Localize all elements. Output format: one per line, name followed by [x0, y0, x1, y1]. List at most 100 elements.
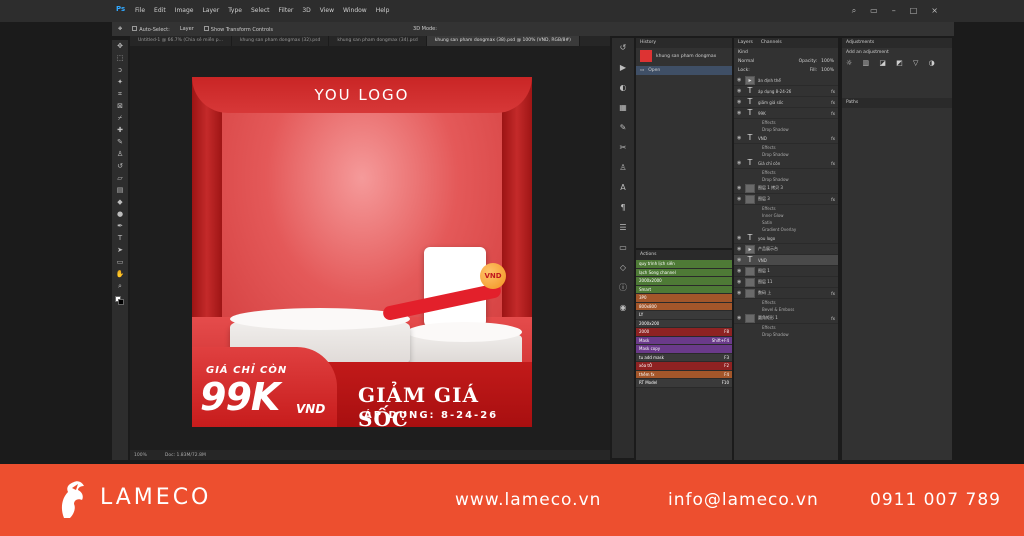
action-item[interactable]: 3P0 — [636, 294, 732, 303]
layer-row[interactable]: ◉ 图层 1 拷贝 3 — [734, 183, 838, 194]
action-item[interactable]: 800x800 — [636, 302, 732, 311]
hand-tool-icon[interactable]: ✋ — [112, 268, 128, 280]
auto-select-dropdown[interactable]: Layer — [180, 26, 194, 32]
visibility-eye-icon[interactable]: ◉ — [737, 160, 742, 166]
actions-icon[interactable]: ▶ — [612, 58, 634, 78]
email-link[interactable]: info@lameco.vn — [668, 490, 819, 510]
type-tool-icon[interactable]: T — [112, 232, 128, 244]
menu-item-filter[interactable]: Filter — [279, 7, 294, 14]
minimize-icon[interactable]: – — [892, 6, 896, 16]
eraser-icon[interactable]: ▱ — [112, 172, 128, 184]
actions-tab[interactable]: Actions — [640, 252, 656, 258]
visibility-eye-icon[interactable]: ◉ — [737, 290, 742, 296]
layer-row[interactable]: ◉ 圆角矩形 1 fx — [734, 313, 838, 324]
menu-item-window[interactable]: Window — [343, 7, 367, 14]
document-tab[interactable]: khung san pham dongmax (34).psd — [329, 36, 427, 46]
layer-effect-row[interactable]: Effects — [734, 205, 838, 212]
fx-icon[interactable]: fx — [831, 291, 835, 296]
action-item[interactable]: RT Model F10 — [636, 379, 732, 388]
shape-tool-icon[interactable]: ▭ — [112, 256, 128, 268]
visibility-eye-icon[interactable]: ◉ — [737, 135, 742, 141]
adjustment-icons[interactable]: ☼ ▥ ◪ ◩ ▽ ◑ — [842, 57, 952, 69]
layer-row[interactable]: ◉ Táp dụng 8-24-26 fx — [734, 86, 838, 97]
visibility-eye-icon[interactable]: ◉ — [737, 235, 742, 241]
website-link[interactable]: www.lameco.vn — [455, 490, 601, 510]
search-icon[interactable]: ⌕ — [852, 6, 856, 16]
fx-icon[interactable]: fx — [831, 111, 835, 116]
history-icon[interactable]: ↺ — [612, 38, 634, 58]
fx-icon[interactable]: fx — [831, 316, 835, 321]
menu-item-3d[interactable]: 3D — [302, 7, 310, 14]
path-selection-icon[interactable]: ➤ — [112, 244, 128, 256]
menu-item-help[interactable]: Help — [376, 7, 390, 14]
visibility-eye-icon[interactable]: ◉ — [737, 315, 742, 321]
color-icon[interactable]: ◐ — [612, 78, 634, 98]
visibility-eye-icon[interactable]: ◉ — [737, 246, 742, 252]
document-tab[interactable]: Untitled-1 @ 66.7% (Chia sẻ miễn p... — [130, 36, 232, 46]
action-item[interactable]: Mask copy — [636, 345, 732, 354]
layer-effect-row[interactable]: Effects — [734, 324, 838, 331]
fx-icon[interactable]: fx — [831, 100, 835, 105]
action-item[interactable]: 2000x2000 — [636, 277, 732, 286]
action-item[interactable]: quy trình lịch siến — [636, 260, 732, 269]
crop-tool-icon[interactable]: ⌗ — [112, 88, 128, 100]
history-tab[interactable]: History — [640, 40, 656, 46]
visibility-eye-icon[interactable]: ◉ — [737, 185, 742, 191]
fx-icon[interactable]: fx — [831, 197, 835, 202]
info-icon[interactable]: ⓘ — [612, 278, 634, 298]
layer-row[interactable]: ◉ 图层 11 — [734, 277, 838, 288]
layer-row[interactable]: ◉ T Giá chỉ còn fx — [734, 158, 838, 169]
layer-row[interactable]: ◉ T VND fx — [734, 133, 838, 144]
layer-row[interactable]: ◉ 图层 3 fx — [734, 194, 838, 205]
menu-item-layer[interactable]: Layer — [202, 7, 219, 14]
background-color-swatch[interactable] — [118, 299, 124, 305]
visibility-eye-icon[interactable]: ◉ — [737, 268, 742, 274]
document-tab[interactable]: khung san pham dongmax (32).psd — [232, 36, 330, 46]
layer-row[interactable]: ◉ ▸ 产品展示台 — [734, 244, 838, 255]
styles-icon[interactable]: ◉ — [612, 298, 634, 318]
brush-tool-icon[interactable]: ✎ — [112, 136, 128, 148]
channels-tab[interactable]: Channels — [761, 40, 782, 46]
layer-row[interactable]: ◉ T VND — [734, 255, 838, 266]
paths-tab[interactable]: Paths — [846, 100, 858, 106]
fx-icon[interactable]: fx — [831, 89, 835, 94]
visibility-eye-icon[interactable]: ◉ — [737, 88, 742, 94]
blur-tool-icon[interactable]: ◆ — [112, 196, 128, 208]
history-brush-icon[interactable]: ↺ — [112, 160, 128, 172]
layer-effect-row[interactable]: Gradient Overlay — [734, 226, 838, 233]
menu-item-select[interactable]: Select — [251, 7, 270, 14]
visibility-eye-icon[interactable]: ◉ — [737, 196, 742, 202]
healing-brush-icon[interactable]: ✚ — [112, 124, 128, 136]
layers-tab[interactable]: Layers — [738, 40, 753, 46]
clone-source-icon[interactable]: ♙ — [612, 158, 634, 178]
menu-item-view[interactable]: View — [320, 7, 334, 14]
kind-filter[interactable]: Kind — [738, 50, 748, 55]
layer-effect-row[interactable]: Drop Shadow — [734, 126, 838, 133]
auto-select-checkbox[interactable]: Auto-Select: — [132, 25, 170, 33]
move-tool-icon[interactable]: ✥ — [118, 26, 122, 32]
move-tool-icon[interactable]: ✥ — [112, 40, 128, 52]
eyedropper-icon[interactable]: ⌿ — [112, 112, 128, 124]
menu-item-type[interactable]: Type — [228, 7, 242, 14]
libraries-icon[interactable]: ▭ — [612, 238, 634, 258]
layer-effect-row[interactable]: Inner Glow — [734, 212, 838, 219]
layer-row[interactable]: ◉ 图层 1 — [734, 266, 838, 277]
layer-effect-row[interactable]: Drop Shadow — [734, 331, 838, 338]
layer-effect-row[interactable]: Effects — [734, 169, 838, 176]
action-item[interactable]: LY — [636, 311, 732, 320]
layer-effect-row[interactable]: Effects — [734, 299, 838, 306]
layer-effect-row[interactable]: Drop Shadow — [734, 176, 838, 183]
visibility-eye-icon[interactable]: ◉ — [737, 257, 742, 263]
layer-row[interactable]: ◉ Tgiảm giá sốc fx — [734, 97, 838, 108]
layer-effect-row[interactable]: Satin — [734, 219, 838, 226]
fx-icon[interactable]: fx — [831, 136, 835, 141]
action-item[interactable]: 2000 F8 — [636, 328, 732, 337]
adjustments-tab[interactable]: Adjustments — [846, 40, 874, 46]
blend-mode-select[interactable]: Normal — [738, 59, 754, 64]
dodge-tool-icon[interactable]: ● — [112, 208, 128, 220]
layer-row[interactable]: ◉ T 99K fx — [734, 108, 838, 119]
lasso-tool-icon[interactable]: ↄ — [112, 64, 128, 76]
menu-item-file[interactable]: File — [135, 7, 145, 14]
artwork-canvas[interactable]: YOU LOGO VND GIÁ CHỈ CÒN 99K VND GIẢM GI… — [192, 77, 532, 427]
fill-value[interactable]: 100% — [821, 68, 834, 73]
